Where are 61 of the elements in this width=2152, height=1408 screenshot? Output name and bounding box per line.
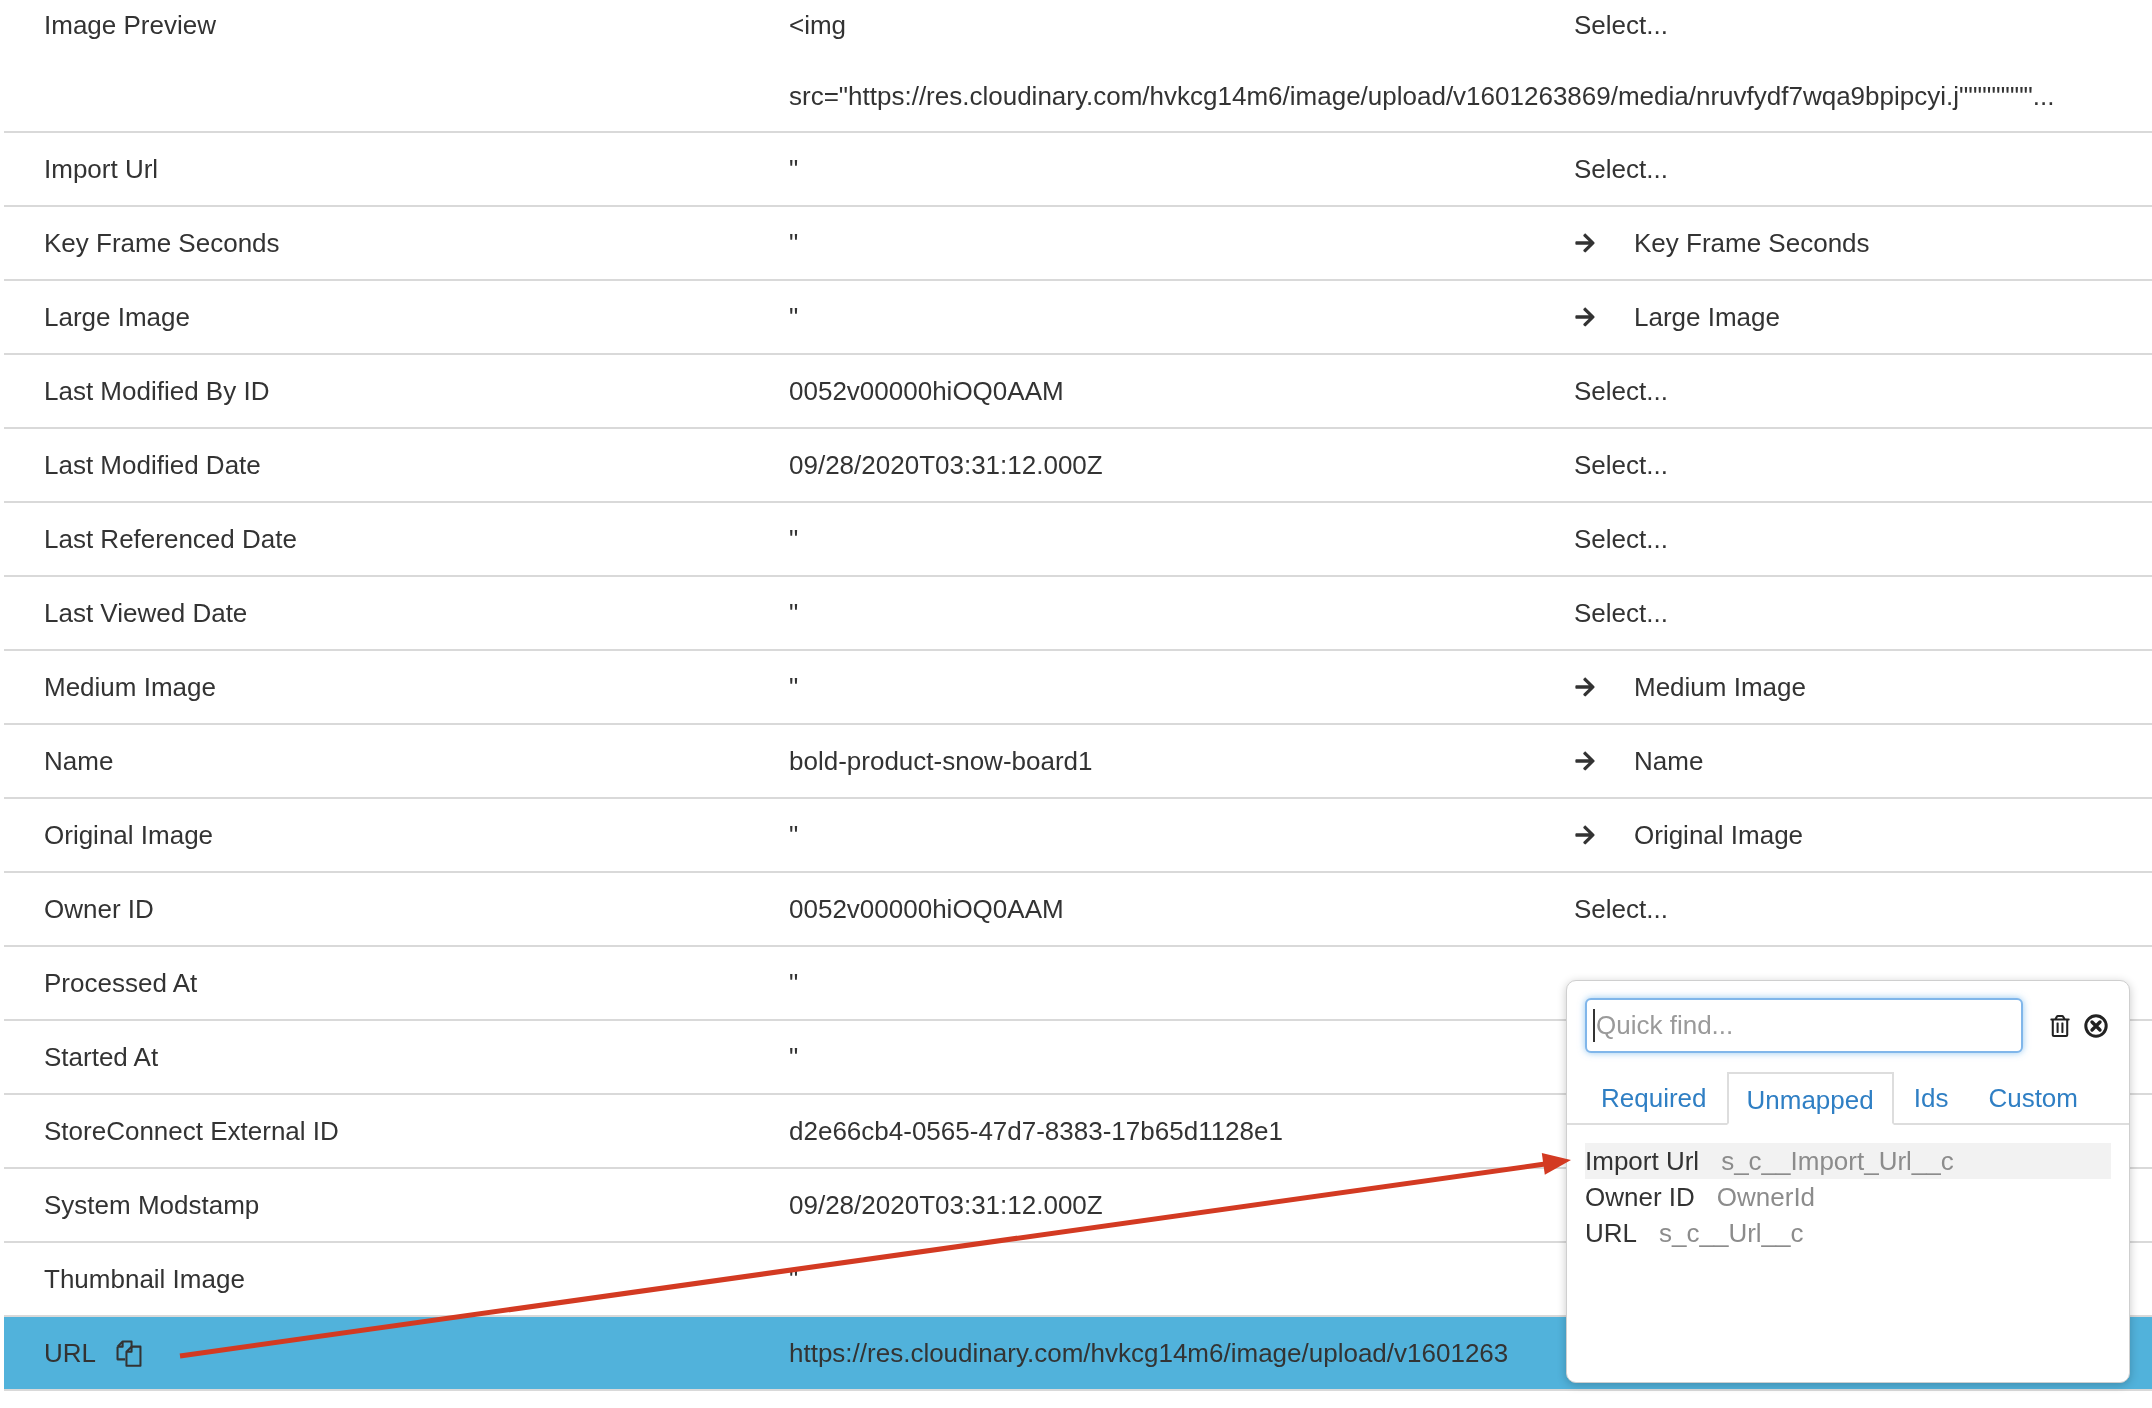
mapping-select[interactable]: Select... — [1574, 5, 1668, 45]
field-value: src="https://res.cloudinary.com/hvkcg14m6/image/upload/v1601263869/media/nruvfydf7wqa9bpipcyi.j""""""""... — [789, 80, 2056, 113]
arrow-right-icon — [1574, 750, 1596, 772]
field-label: Last Viewed Date — [44, 596, 248, 630]
mapping-select[interactable]: Select... — [1574, 149, 1668, 189]
field-value: " — [789, 818, 799, 852]
field-label: Key Frame Seconds — [44, 226, 280, 260]
field-value: 0052v00000hiOQ0AAM — [789, 892, 1064, 926]
field-label: Started At — [44, 1040, 159, 1074]
field-label: Image Preview — [44, 8, 216, 42]
field-value: 0052v00000hiOQ0AAM — [789, 374, 1064, 408]
field-value: " — [789, 152, 799, 186]
close-icon[interactable] — [2084, 1013, 2108, 1038]
field-label: Medium Image — [44, 670, 216, 704]
field-label: Last Modified By ID — [44, 374, 270, 408]
field-value: " — [789, 300, 799, 334]
field-label: Original Image — [44, 818, 214, 852]
picker-list-item[interactable]: Import Url s_c__Import_Url__c — [1585, 1143, 2111, 1179]
field-value: https://res.cloudinary.com/hvkcg14m6/image/upload/v1601263 — [789, 1336, 1509, 1370]
field-value: 09/28/2020T03:31:12.000Z — [789, 448, 1103, 482]
field-value: d2e66cb4-0565-47d7-8383-17b65d1128e1 — [789, 1114, 1283, 1148]
field-value: " — [789, 966, 799, 1000]
field-label: StoreConnect External ID — [44, 1114, 339, 1148]
field-label: Name — [44, 744, 114, 778]
mapped-field: Name — [1634, 741, 1704, 781]
mapping-select[interactable]: Select... — [1574, 445, 1668, 485]
arrow-right-icon — [1574, 306, 1596, 328]
field-value: " — [789, 670, 799, 704]
field-label: Processed At — [44, 966, 198, 1000]
field-label: Last Modified Date — [44, 448, 261, 482]
field-value: " — [789, 1040, 799, 1074]
search-field[interactable]: Quick find... — [1585, 998, 2023, 1053]
field-label: Import Url — [44, 152, 159, 186]
mapped-field: Large Image — [1634, 297, 1780, 337]
mapped-field: Original Image — [1634, 815, 1804, 855]
arrow-right-icon — [1574, 824, 1596, 846]
field-label: Thumbnail Image — [44, 1262, 245, 1296]
arrow-right-icon — [1574, 676, 1596, 698]
field-value: " — [789, 596, 799, 630]
field-label: Owner ID — [44, 892, 154, 926]
picker-tab[interactable]: Unmapped — [1726, 1072, 1894, 1125]
mapping-select[interactable]: Select... — [1574, 889, 1668, 929]
trash-icon[interactable] — [2049, 1014, 2071, 1037]
field-label: Large Image — [44, 300, 190, 334]
field-label: URL — [44, 1336, 96, 1370]
mapped-field: Medium Image — [1634, 667, 1806, 707]
mapping-select[interactable]: Select... — [1574, 519, 1668, 559]
field-value: <img — [789, 8, 847, 42]
field-label: System Modstamp — [44, 1188, 260, 1222]
field-value: " — [789, 226, 799, 260]
copy-icon[interactable] — [116, 1339, 142, 1367]
item-api-name: OwnerId — [1716, 1180, 1816, 1214]
field-value: 09/28/2020T03:31:12.000Z — [789, 1188, 1103, 1222]
arrow-right-icon — [1574, 232, 1596, 254]
mapping-select[interactable]: Select... — [1574, 593, 1668, 633]
field-value: " — [789, 522, 799, 556]
field-label: Last Referenced Date — [44, 522, 297, 556]
mapped-field: Key Frame Seconds — [1634, 223, 1870, 263]
item-label: Owner ID — [1585, 1180, 1695, 1214]
field-value: bold-product-snow-board1 — [789, 744, 1093, 778]
mapping-select[interactable]: Select... — [1574, 371, 1668, 411]
